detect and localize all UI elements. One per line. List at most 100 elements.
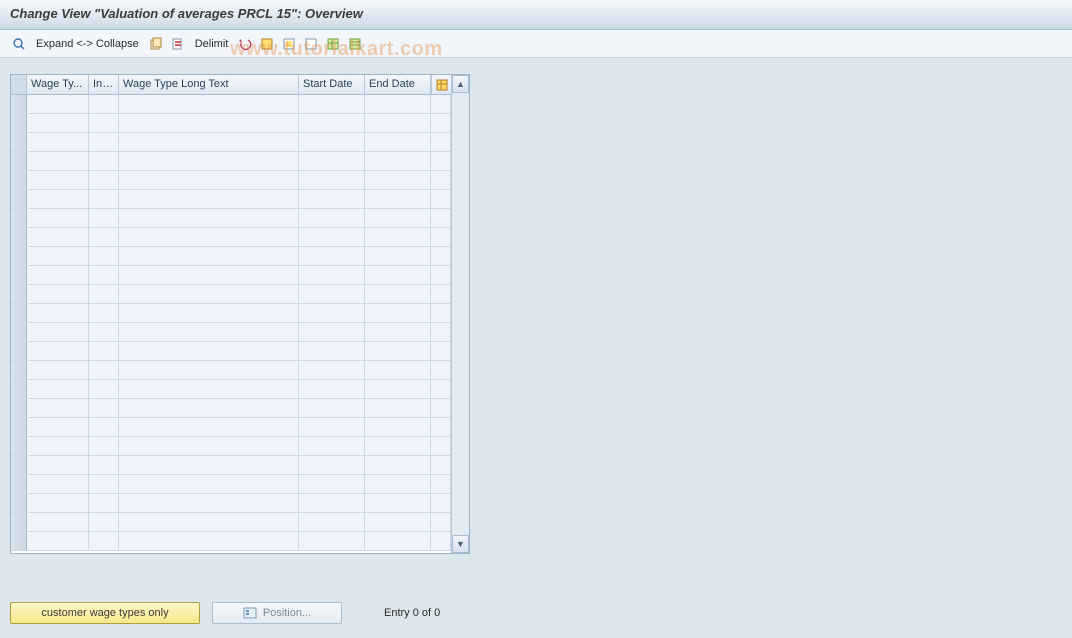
cell-end-date[interactable] (365, 133, 431, 151)
cell-wage-type[interactable] (27, 513, 89, 531)
cell-long-text[interactable] (119, 247, 299, 265)
cell-wage-type[interactable] (27, 133, 89, 151)
row-selector[interactable] (11, 152, 27, 170)
table-row[interactable] (11, 494, 451, 513)
cell-start-date[interactable] (299, 399, 365, 417)
cell-end-date[interactable] (365, 285, 431, 303)
cell-end-date[interactable] (365, 152, 431, 170)
cell-long-text[interactable] (119, 361, 299, 379)
table-row[interactable] (11, 475, 451, 494)
copy-icon[interactable] (169, 35, 187, 53)
cell-long-text[interactable] (119, 266, 299, 284)
cell-wage-type[interactable] (27, 285, 89, 303)
table-row[interactable] (11, 190, 451, 209)
row-selector[interactable] (11, 266, 27, 284)
row-selector[interactable] (11, 494, 27, 512)
row-selector[interactable] (11, 513, 27, 531)
table-row[interactable] (11, 304, 451, 323)
table-row[interactable] (11, 95, 451, 114)
table-row[interactable] (11, 228, 451, 247)
cell-inf[interactable] (89, 418, 119, 436)
cell-wage-type[interactable] (27, 266, 89, 284)
customer-wage-types-button[interactable]: customer wage types only (10, 602, 200, 624)
table-config-icon[interactable] (431, 75, 451, 94)
cell-wage-type[interactable] (27, 209, 89, 227)
cell-inf[interactable] (89, 304, 119, 322)
col-header-long-text[interactable]: Wage Type Long Text (119, 75, 299, 94)
cell-inf[interactable] (89, 152, 119, 170)
cell-start-date[interactable] (299, 437, 365, 455)
cell-inf[interactable] (89, 285, 119, 303)
cell-inf[interactable] (89, 323, 119, 341)
cell-long-text[interactable] (119, 437, 299, 455)
cell-end-date[interactable] (365, 190, 431, 208)
cell-wage-type[interactable] (27, 494, 89, 512)
cell-start-date[interactable] (299, 532, 365, 550)
cell-inf[interactable] (89, 399, 119, 417)
cell-wage-type[interactable] (27, 304, 89, 322)
cell-wage-type[interactable] (27, 190, 89, 208)
cell-long-text[interactable] (119, 304, 299, 322)
cell-start-date[interactable] (299, 456, 365, 474)
cell-start-date[interactable] (299, 418, 365, 436)
cell-end-date[interactable] (365, 114, 431, 132)
cell-wage-type[interactable] (27, 475, 89, 493)
row-selector[interactable] (11, 209, 27, 227)
cell-long-text[interactable] (119, 418, 299, 436)
table-row[interactable] (11, 266, 451, 285)
table-row[interactable] (11, 171, 451, 190)
cell-start-date[interactable] (299, 475, 365, 493)
cell-long-text[interactable] (119, 190, 299, 208)
table-row[interactable] (11, 456, 451, 475)
cell-wage-type[interactable] (27, 532, 89, 550)
cell-inf[interactable] (89, 494, 119, 512)
cell-inf[interactable] (89, 266, 119, 284)
cell-wage-type[interactable] (27, 114, 89, 132)
table-row[interactable] (11, 437, 451, 456)
cell-inf[interactable] (89, 361, 119, 379)
cell-wage-type[interactable] (27, 380, 89, 398)
cell-wage-type[interactable] (27, 323, 89, 341)
cell-end-date[interactable] (365, 342, 431, 360)
cell-inf[interactable] (89, 171, 119, 189)
cell-long-text[interactable] (119, 494, 299, 512)
cell-wage-type[interactable] (27, 247, 89, 265)
cell-long-text[interactable] (119, 475, 299, 493)
table-row[interactable] (11, 380, 451, 399)
table-row[interactable] (11, 209, 451, 228)
cell-end-date[interactable] (365, 418, 431, 436)
table-row[interactable] (11, 114, 451, 133)
cell-inf[interactable] (89, 437, 119, 455)
cell-inf[interactable] (89, 342, 119, 360)
row-selector[interactable] (11, 361, 27, 379)
cell-start-date[interactable] (299, 285, 365, 303)
table-row[interactable] (11, 152, 451, 171)
cell-start-date[interactable] (299, 304, 365, 322)
row-selector[interactable] (11, 418, 27, 436)
cell-inf[interactable] (89, 475, 119, 493)
cell-long-text[interactable] (119, 513, 299, 531)
cell-inf[interactable] (89, 247, 119, 265)
cell-long-text[interactable] (119, 532, 299, 550)
row-selector[interactable] (11, 190, 27, 208)
cell-wage-type[interactable] (27, 399, 89, 417)
cell-inf[interactable] (89, 532, 119, 550)
row-selector[interactable] (11, 342, 27, 360)
select-all-icon[interactable] (258, 35, 276, 53)
cell-long-text[interactable] (119, 209, 299, 227)
cell-long-text[interactable] (119, 380, 299, 398)
row-selector[interactable] (11, 532, 27, 550)
table-row[interactable] (11, 513, 451, 532)
row-selector[interactable] (11, 304, 27, 322)
cell-wage-type[interactable] (27, 418, 89, 436)
col-header-inf[interactable]: Inf... (89, 75, 119, 94)
new-entries-icon[interactable] (147, 35, 165, 53)
cell-wage-type[interactable] (27, 437, 89, 455)
cell-start-date[interactable] (299, 171, 365, 189)
table-row[interactable] (11, 399, 451, 418)
cell-end-date[interactable] (365, 304, 431, 322)
config-icon[interactable] (324, 35, 342, 53)
row-selector[interactable] (11, 437, 27, 455)
cell-long-text[interactable] (119, 342, 299, 360)
cell-long-text[interactable] (119, 171, 299, 189)
